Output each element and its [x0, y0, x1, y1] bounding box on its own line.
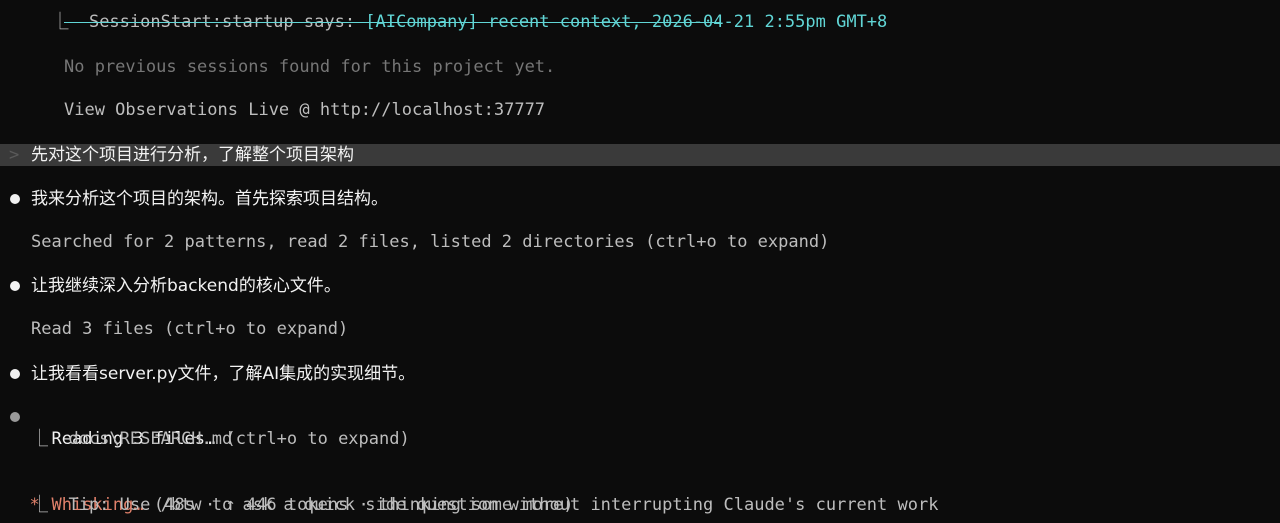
assistant-message: 让我看看server.py文件，了解AI集成的实现细节。 — [31, 364, 416, 384]
assistant-message: 我来分析这个项目的架构。首先探索项目结构。 — [31, 189, 388, 209]
no-sessions-message: No previous sessions found for this proj… — [64, 57, 556, 77]
active-tool-line[interactable]: Reading 3 files… (ctrl+o to expand) — [31, 406, 409, 449]
active-tool-bullet-icon — [10, 412, 20, 422]
tool-summary[interactable]: Read 3 files (ctrl+o to expand) — [31, 318, 348, 340]
message-bullet-icon — [10, 194, 20, 204]
tool-summary[interactable]: Searched for 2 patterns, read 2 files, l… — [31, 231, 829, 253]
assistant-message: 让我继续深入分析backend的核心文件。 — [31, 276, 341, 296]
message-bullet-icon — [10, 281, 20, 291]
view-observations-link[interactable]: View Observations Live @ http://localhos… — [64, 99, 545, 121]
active-tool-hint: (ctrl+o to expand) — [215, 429, 410, 449]
session-start-hook-line: ⎿ SessionStart:startup says: [AICompany]… — [31, 0, 887, 32]
active-tool-subitem: ⎿ docs\RESEARCH.md — [31, 429, 233, 449]
hook-divider — [64, 22, 721, 23]
message-bullet-icon — [10, 369, 20, 379]
user-prompt-text: 先对这个项目进行分析，了解整个项目架构 — [31, 145, 354, 165]
prompt-glyph-icon: > — [9, 145, 20, 165]
tip-line: ⎿ Tip: Use /btw to ask a quick side ques… — [31, 495, 939, 515]
status-text: Whisking… (48s · ↑ 446 tokens · thinking… — [31, 472, 573, 515]
